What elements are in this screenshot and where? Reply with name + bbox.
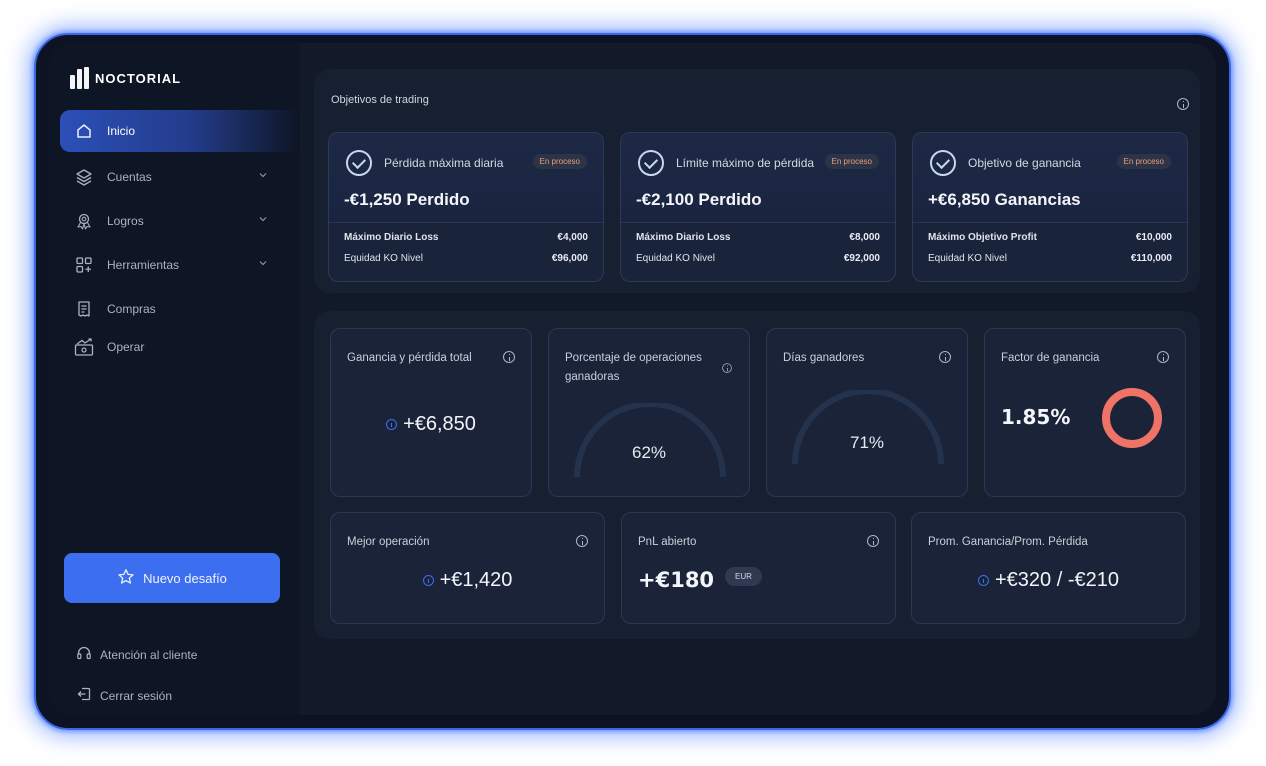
chevron-down-icon xyxy=(258,213,268,227)
brand-name: NOCTORIAL xyxy=(95,70,182,86)
stat-card-avg-ratio: Prom. Ganancia/Prom. Pérdida +€320 / -€2… xyxy=(911,512,1186,624)
stat-value: +€1,420 xyxy=(439,569,513,591)
stat-value: +€320 / -€210 xyxy=(995,569,1119,591)
stat-label: Días ganadores xyxy=(783,352,865,364)
trading-objectives-panel: Objetivos de trading Pérdida máxima diar… xyxy=(314,69,1200,293)
objective-row: Máximo Diario Loss €4,000 xyxy=(344,232,588,243)
sidebar-item-cuentas[interactable]: Cuentas xyxy=(60,156,300,198)
stat-label: Mejor operación xyxy=(347,536,430,548)
objective-card-daily-loss: Pérdida máxima diaria En proceso -€1,250… xyxy=(328,132,604,282)
stat-label: Prom. Ganancia/Prom. Pérdida xyxy=(928,536,1088,548)
sidebar-item-label: Herramientas xyxy=(107,258,180,272)
gauge-track xyxy=(792,390,944,465)
objective-value: -€1,250 Perdido xyxy=(344,190,470,209)
stat-label: PnL abierto xyxy=(638,536,697,548)
grid-plus-icon xyxy=(74,255,94,275)
stat-value: 71% xyxy=(849,433,885,452)
stat-value: +€180 xyxy=(638,568,715,592)
sidebar-item-label: Compras xyxy=(107,302,156,316)
info-icon[interactable] xyxy=(503,351,515,363)
sidebar-item-herramientas[interactable]: Herramientas xyxy=(60,244,300,286)
objective-card-profit-target: Objetivo de ganancia En proceso +€6,850 … xyxy=(912,132,1188,282)
check-circle-icon xyxy=(638,150,664,176)
stat-card-winning-days: Días ganadores 71% xyxy=(766,328,968,497)
sidebar-item-compras[interactable]: Compras xyxy=(60,288,300,330)
stat-value: +€6,850 xyxy=(403,413,476,435)
status-badge: En proceso xyxy=(532,154,587,169)
info-dot-icon xyxy=(978,575,989,586)
sidebar-item-inicio[interactable]: Inicio xyxy=(60,110,300,152)
support-link[interactable]: Atención al cliente xyxy=(76,645,197,664)
home-icon xyxy=(74,121,94,141)
objective-row: Equidad KO Nivel €110,000 xyxy=(928,253,1172,264)
check-circle-icon xyxy=(930,150,956,176)
winning-days-gauge xyxy=(792,390,944,465)
support-label: Atención al cliente xyxy=(100,647,198,662)
chart-trend-icon xyxy=(74,337,94,357)
stat-label: Porcentaje de operaciones ganadoras xyxy=(565,352,702,383)
gauge-track xyxy=(574,403,726,478)
award-icon xyxy=(74,211,94,231)
chevron-down-icon xyxy=(258,169,268,183)
chevron-down-icon xyxy=(258,257,268,271)
objective-title: Límite máximo de pérdida xyxy=(676,156,815,170)
layers-icon xyxy=(74,167,94,187)
app-window: NOCTORIAL Inicio Cuentas Logros Herramie… xyxy=(48,43,1216,715)
panel-title: Objetivos de trading xyxy=(331,94,429,106)
stat-value: 62% xyxy=(631,443,667,462)
new-challenge-label: Nuevo desafío xyxy=(143,570,227,586)
objective-title: Pérdida máxima diaria xyxy=(384,156,504,170)
info-dot-icon xyxy=(386,419,398,430)
headset-icon xyxy=(76,645,92,664)
info-icon[interactable] xyxy=(1157,351,1169,363)
objective-row: Equidad KO Nivel €92,000 xyxy=(636,253,880,264)
stat-card-open-pnl: PnL abierto +€180 EUR xyxy=(621,512,896,624)
stats-panel: Ganancia y pérdida total +€6,850 Porcent… xyxy=(314,311,1200,639)
info-icon[interactable] xyxy=(1177,98,1189,110)
check-circle-icon xyxy=(346,150,372,176)
stat-card-profit-factor: Factor de ganancia 1.85% xyxy=(984,328,1186,497)
new-challenge-button[interactable]: Nuevo desafío xyxy=(64,553,280,603)
stat-card-best-trade: Mejor operación +€1,420 xyxy=(330,512,605,624)
objective-title: Objetivo de ganancia xyxy=(968,156,1081,170)
sidebar-item-operar[interactable]: Operar xyxy=(60,326,300,368)
objective-card-max-loss: Límite máximo de pérdida En proceso -€2,… xyxy=(620,132,896,282)
logout-link[interactable]: Cerrar sesión xyxy=(76,686,172,705)
objective-value: +€6,850 Ganancias xyxy=(928,190,1081,209)
stat-card-total-pnl: Ganancia y pérdida total +€6,850 xyxy=(330,328,532,497)
info-icon[interactable] xyxy=(867,535,879,547)
info-icon[interactable] xyxy=(939,351,951,363)
info-dot-icon xyxy=(422,575,434,586)
objective-row: Equidad KO Nivel €96,000 xyxy=(344,253,588,264)
currency-badge[interactable]: EUR xyxy=(725,567,762,586)
sidebar: NOCTORIAL Inicio Cuentas Logros Herramie… xyxy=(48,43,300,715)
profit-factor-ring xyxy=(1102,388,1162,448)
logout-label: Cerrar sesión xyxy=(100,688,173,703)
stat-label: Ganancia y pérdida total xyxy=(347,352,472,364)
star-icon xyxy=(117,568,135,589)
stat-value: 1.85% xyxy=(1001,405,1071,429)
info-icon[interactable] xyxy=(722,363,732,373)
stat-card-win-rate: Porcentaje de operaciones ganadoras 62% xyxy=(548,328,750,497)
sidebar-item-label: Cuentas xyxy=(107,170,152,184)
sidebar-item-label: Operar xyxy=(107,340,145,354)
sidebar-item-label: Inicio xyxy=(107,124,136,138)
status-badge: En proceso xyxy=(1116,154,1171,169)
logout-icon xyxy=(76,686,92,705)
brand-logo[interactable]: NOCTORIAL xyxy=(70,67,181,89)
info-icon[interactable] xyxy=(576,535,588,547)
objective-value: -€2,100 Perdido xyxy=(636,190,762,209)
sidebar-item-logros[interactable]: Logros xyxy=(60,200,300,242)
win-rate-gauge xyxy=(574,403,726,478)
stat-label: Factor de ganancia xyxy=(1001,352,1100,364)
receipt-icon xyxy=(74,299,94,319)
profit-factor-ring-circle xyxy=(1102,388,1162,448)
objective-row: Máximo Objetivo Profit €10,000 xyxy=(928,232,1172,243)
objective-row: Máximo Diario Loss €8,000 xyxy=(636,232,880,243)
status-badge: En proceso xyxy=(824,154,879,169)
logo-icon xyxy=(70,67,89,89)
device-frame: NOCTORIAL Inicio Cuentas Logros Herramie… xyxy=(34,33,1231,730)
sidebar-item-label: Logros xyxy=(107,214,144,228)
sidebar-nav: Inicio Cuentas Logros Herramientas Compr… xyxy=(60,110,300,370)
